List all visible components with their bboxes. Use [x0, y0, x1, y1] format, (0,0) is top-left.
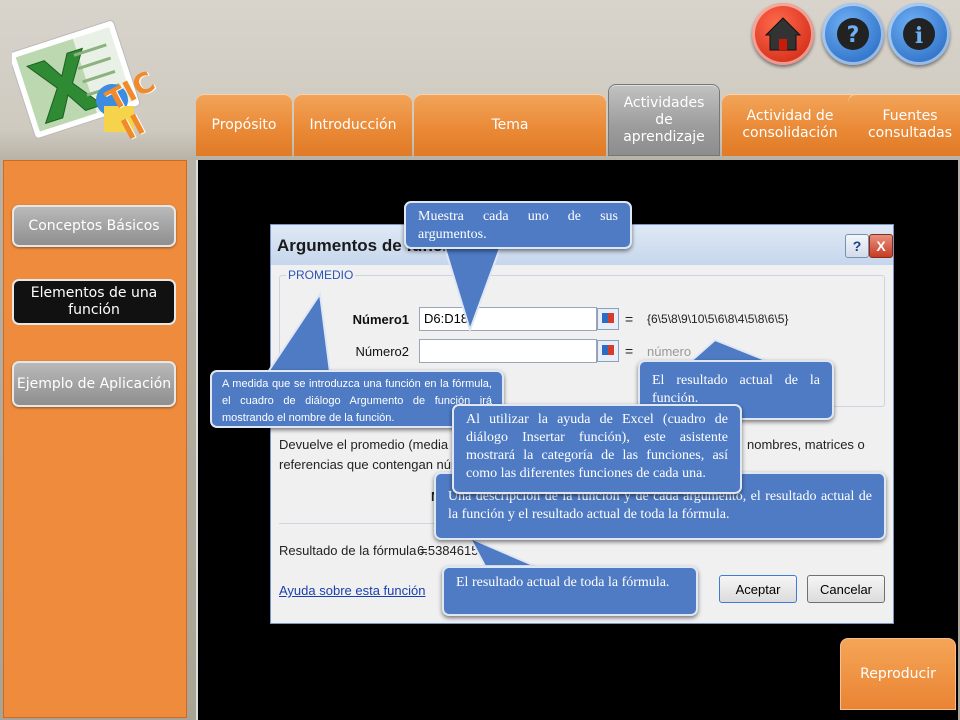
callout-assistant: Al utilizar la ayuda de Excel (cuadro de…	[452, 404, 742, 494]
reproduce-button[interactable]: Reproducir	[840, 638, 956, 710]
callout-formula-result: El resultado actual de toda la fórmula.	[442, 566, 698, 616]
callout-arguments: Muestra cada uno de sus argumentos.	[404, 201, 632, 249]
